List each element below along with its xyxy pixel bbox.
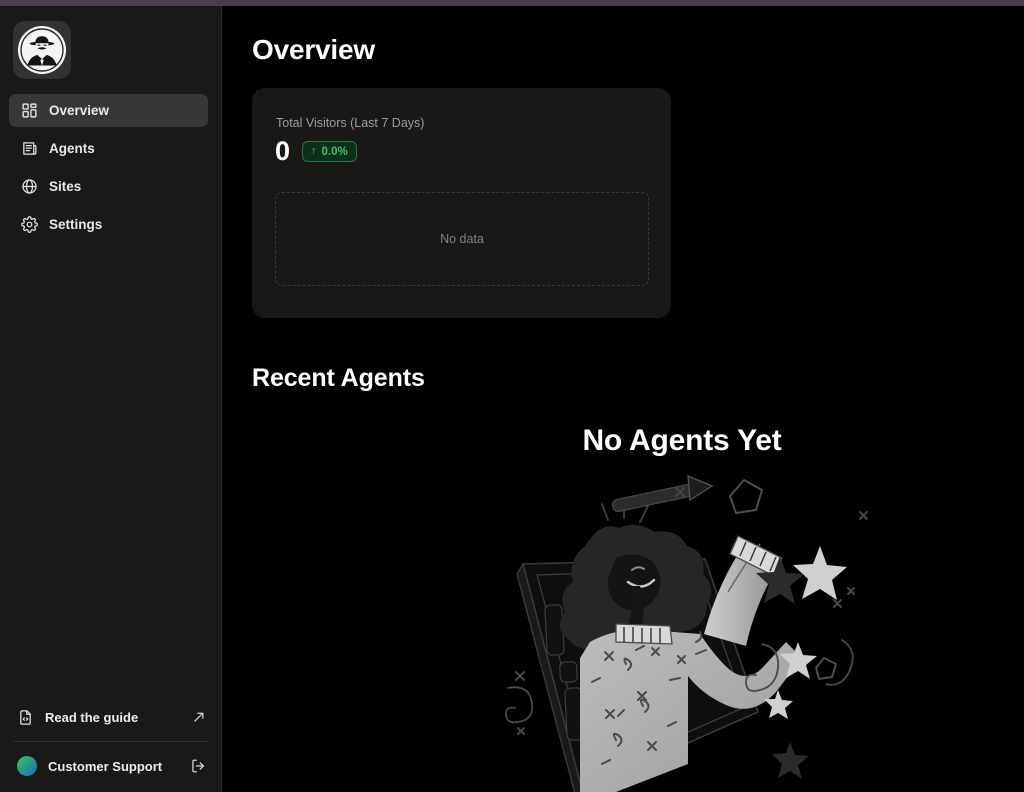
footer-divider bbox=[14, 741, 207, 742]
file-code-icon bbox=[17, 709, 34, 726]
status-badge: ↑ 0.0% bbox=[302, 141, 357, 162]
gear-icon bbox=[21, 216, 38, 233]
recent-agents-title: Recent Agents bbox=[252, 364, 425, 392]
sidebar-footer: Read the guide Customer Support bbox=[0, 699, 221, 792]
incognito-detective-logo-icon bbox=[18, 26, 66, 74]
customer-support-link[interactable]: Customer Support bbox=[0, 748, 221, 784]
page-title: Overview bbox=[252, 34, 375, 65]
recent-agents-empty-state: No Agents Yet bbox=[222, 406, 1024, 792]
sidebar-nav: Overview Agents Sites Settings bbox=[9, 94, 208, 246]
chart-empty-label: No data bbox=[440, 232, 484, 246]
sidebar-item-agents[interactable]: Agents bbox=[9, 132, 208, 165]
read-the-guide-label: Read the guide bbox=[45, 709, 139, 725]
gradient-avatar bbox=[17, 756, 37, 776]
logout-icon[interactable] bbox=[190, 758, 206, 774]
app-root: Overview Agents Sites Settings Read the … bbox=[0, 0, 1024, 792]
read-the-guide-link[interactable]: Read the guide bbox=[0, 699, 221, 735]
sidebar-item-sites[interactable]: Sites bbox=[9, 170, 208, 203]
sidebar-item-label: Overview bbox=[49, 103, 110, 118]
sidebar-item-overview[interactable]: Overview bbox=[9, 94, 208, 127]
stat-card-value-row: 0 ↑ 0.0% bbox=[275, 138, 357, 165]
empty-state-title: No Agents Yet bbox=[582, 424, 782, 457]
globe-icon bbox=[21, 178, 38, 195]
stat-card-value: 0 bbox=[275, 136, 291, 166]
app-logo[interactable] bbox=[13, 21, 71, 79]
arrow-up-icon: ↑ bbox=[311, 145, 317, 157]
status-badge-text: 0.0% bbox=[321, 145, 348, 158]
external-link-arrow-icon bbox=[192, 710, 206, 724]
sidebar: Overview Agents Sites Settings Read the … bbox=[0, 6, 222, 792]
sidebar-item-label: Sites bbox=[49, 179, 82, 194]
grid-dashboard-icon bbox=[21, 102, 38, 119]
total-visitors-card: Total Visitors (Last 7 Days) 0 ↑ 0.0% No… bbox=[252, 88, 671, 318]
person-drawing-on-tablet-illustration-icon bbox=[490, 474, 890, 792]
main-content: Overview Total Visitors (Last 7 Days) 0 … bbox=[222, 6, 1024, 792]
newspaper-agents-icon bbox=[21, 140, 38, 157]
sidebar-item-label: Agents bbox=[49, 141, 95, 156]
sidebar-item-settings[interactable]: Settings bbox=[9, 208, 208, 241]
stat-card-label: Total Visitors (Last 7 Days) bbox=[276, 116, 425, 130]
customer-support-label: Customer Support bbox=[48, 758, 163, 774]
sidebar-item-label: Settings bbox=[49, 217, 103, 232]
chart-empty-placeholder: No data bbox=[275, 192, 649, 286]
